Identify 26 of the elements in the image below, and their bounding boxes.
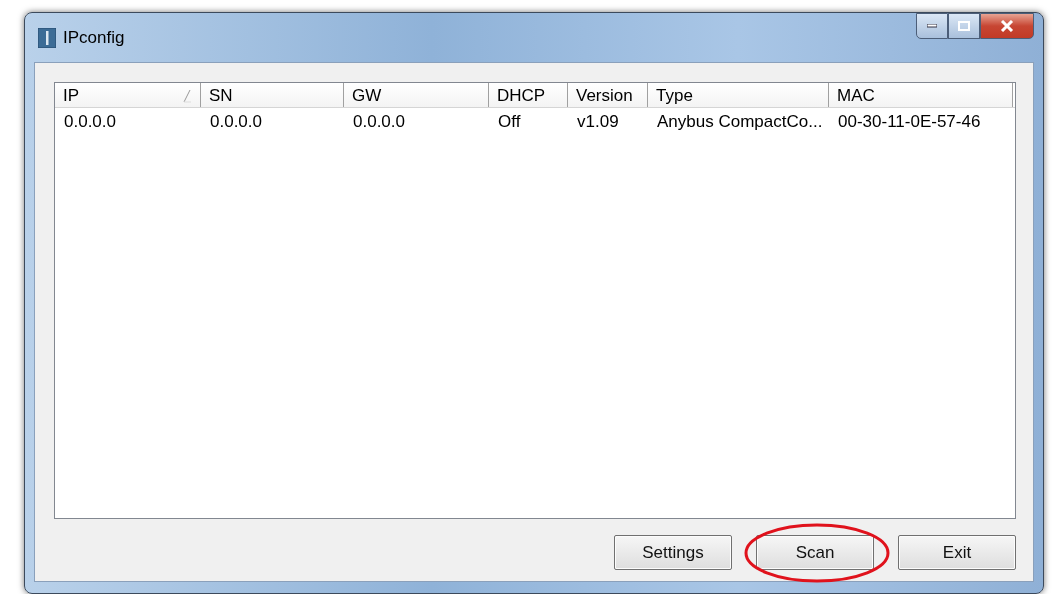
table-cell-text: v1.09 [576,111,620,133]
settings-button[interactable]: Settings [614,535,732,570]
column-header[interactable]: SN [201,83,344,107]
column-header[interactable]: MAC [829,83,1013,107]
minimize-button[interactable] [916,13,948,39]
column-header[interactable]: DHCP [489,83,568,107]
window-title: IPconfig [63,27,125,48]
scan-button[interactable]: Scan [756,535,874,570]
maximize-button[interactable] [948,13,980,39]
exit-button[interactable]: Exit [898,535,1016,570]
column-header[interactable]: Type [648,83,829,107]
close-button[interactable] [980,13,1034,39]
table-cell-text: 00-30-11-0E-57-46 [837,111,982,133]
column-header[interactable]: GW [344,83,489,107]
table-cell-text: 0.0.0.0 [209,111,263,133]
table-cell-text: Off [497,111,522,133]
column-header[interactable]: Version [568,83,648,107]
table-cell-text: 0.0.0.0 [352,111,406,133]
close-icon [1000,20,1014,32]
table-cell-text: Anybus CompactCo... [656,111,824,133]
app-icon [38,27,56,48]
minimize-icon [927,24,937,28]
sort-arrow-icon [183,89,192,103]
table-cell-text: 0.0.0.0 [63,111,117,133]
column-header[interactable]: IP [55,83,201,107]
maximize-icon [958,21,970,31]
